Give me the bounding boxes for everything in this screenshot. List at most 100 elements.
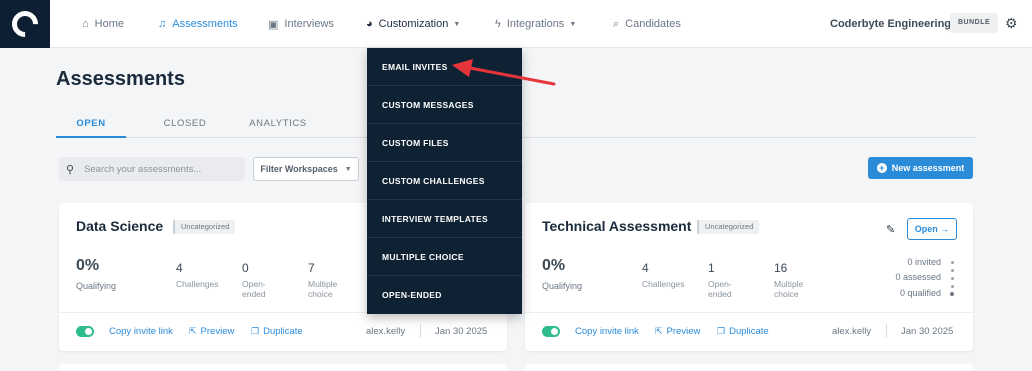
assessment-title[interactable]: Technical Assessment [542,218,691,234]
search-input[interactable] [84,163,235,175]
menu-item-email-invites[interactable]: EMAIL INVITES [367,48,522,86]
menu-item-custom-messages[interactable]: CUSTOM MESSAGES [367,86,522,124]
copy-invite-link-label: Copy invite link [109,326,173,337]
nav-candidates-label: Candidates [625,18,681,30]
open-ended-count: 1 [708,261,715,275]
funnel-dot [951,285,954,288]
multiple-choice-count: 16 [774,261,788,275]
copy-invite-link[interactable]: Copy invite link [575,326,639,337]
funnel-dot [951,277,954,280]
multiple-choice-label-line2: choice [774,289,799,299]
created-date: Jan 30 2025 [435,326,488,337]
active-toggle[interactable] [542,326,560,337]
challenges-count: 4 [176,261,183,275]
open-assessment-button[interactable]: Open → [907,218,957,240]
plus-icon: + [876,163,887,173]
coderbyte-logo[interactable] [0,0,50,48]
footer-separator [886,324,887,338]
category-tag: Uncategorized [173,220,236,234]
qualified-count: 0 qualified [899,288,941,298]
chevron-down-icon: ▼ [453,20,461,28]
org-name[interactable]: Coderbyte Engineering [830,0,951,48]
multiple-choice-label-line2: choice [308,289,333,299]
new-assessment-button[interactable]: + New assessment [868,157,973,179]
open-ended-label: Open-ended [242,279,266,299]
owner-name: alex.kelly [366,326,406,337]
preview-link[interactable]: ⇱ Preview [655,326,700,337]
footer-separator [420,324,421,338]
challenges-count: 4 [642,261,649,275]
multiple-choice-label: Multiple choice [774,279,803,299]
multiple-choice-label: Multiple choice [308,279,337,299]
owner-name: alex.kelly [832,326,872,337]
preview-link[interactable]: ⇱ Preview [189,326,234,337]
qualifying-label: Qualifying [542,281,583,291]
duplicate-label: Duplicate [263,326,303,337]
assessment-card [525,364,973,371]
menu-item-multiple-choice[interactable]: MULTIPLE CHOICE [367,238,522,276]
edit-pencil-icon[interactable]: ✎ [886,223,895,236]
menu-item-interview-templates[interactable]: INTERVIEW TEMPLATES [367,200,522,238]
duplicate-link[interactable]: ❐ Duplicate [717,326,769,337]
arrow-right-icon: → [940,224,950,234]
assessments-icon: ♫ [158,18,167,30]
logo-icon [6,5,44,43]
interviews-icon: ▣ [268,18,279,31]
nav-integrations[interactable]: ϟ Integrations ▼ [495,0,576,48]
nav-assessments[interactable]: ♫ Assessments [158,0,238,48]
top-navigation: ⌂ Home ♫ Assessments ▣ Interviews ◕ Customiz… [0,0,1032,48]
search-icon: ⚲ [66,163,75,176]
nav-home-label: Home [94,18,124,30]
nav-interviews-label: Interviews [284,18,334,30]
invited-count: 0 invited [907,257,941,267]
filter-workspaces-label: Filter Workspaces [260,164,338,174]
tab-closed[interactable]: CLOSED [148,110,222,137]
copy-invite-link-label: Copy invite link [575,326,639,337]
copy-invite-link[interactable]: Copy invite link [109,326,173,337]
multiple-choice-label-line1: Multiple [308,279,338,289]
nav-integrations-label: Integrations [506,18,565,30]
nav-customization[interactable]: ◕ Customization ▼ [366,0,460,48]
assessment-title[interactable]: Data Science [76,218,163,234]
bolt-icon: ϟ [495,18,501,30]
tab-analytics[interactable]: ANALYTICS [242,110,314,137]
funnel-dot [951,261,954,264]
home-icon: ⌂ [82,18,89,30]
copy-icon: ❐ [251,326,260,336]
assessment-card [59,364,507,371]
open-ended-label-line2: ended [242,289,266,299]
open-button-label: Open [914,224,938,234]
search-bar: ⚲ [59,157,245,181]
open-ended-label: Open-ended [708,279,732,299]
assessment-card[interactable]: Technical Assessment Uncategorized ✎ Ope… [525,203,973,351]
page-title: Assessments [56,68,185,90]
tab-open[interactable]: OPEN [56,110,126,138]
duplicate-link[interactable]: ❐ Duplicate [251,326,303,337]
qualifying-percent: 0% [76,257,100,274]
nav-customization-label: Customization [378,18,449,30]
gear-icon[interactable]: ⚙ [1005,15,1018,32]
new-assessment-label: New assessment [891,163,965,173]
nav-home[interactable]: ⌂ Home [82,0,124,48]
funnel-dot [951,269,954,272]
active-toggle[interactable] [76,326,94,337]
preview-label: Preview [200,326,235,337]
menu-item-custom-files[interactable]: CUSTOM FILES [367,124,522,162]
open-ended-count: 0 [242,261,249,275]
filter-workspaces-button[interactable]: Filter Workspaces ▼ [253,157,359,181]
palette-icon: ◕ [366,18,373,30]
nav-candidates[interactable]: ⌕ Candidates [613,0,681,48]
category-tag: Uncategorized [697,220,760,234]
open-ended-label-line1: Open- [708,279,732,289]
search-icon: ⌕ [613,17,620,30]
duplicate-label: Duplicate [729,326,769,337]
menu-item-open-ended[interactable]: OPEN-ENDED [367,276,522,314]
nav-interviews[interactable]: ▣ Interviews [268,0,334,48]
chevron-down-icon: ▼ [344,165,352,173]
menu-item-custom-challenges[interactable]: CUSTOM CHALLENGES [367,162,522,200]
open-ended-label-line2: ended [708,289,732,299]
multiple-choice-count: 7 [308,261,315,275]
qualifying-percent: 0% [542,257,566,274]
external-link-icon: ⇱ [189,326,197,336]
challenges-label: Challenges [642,279,685,289]
